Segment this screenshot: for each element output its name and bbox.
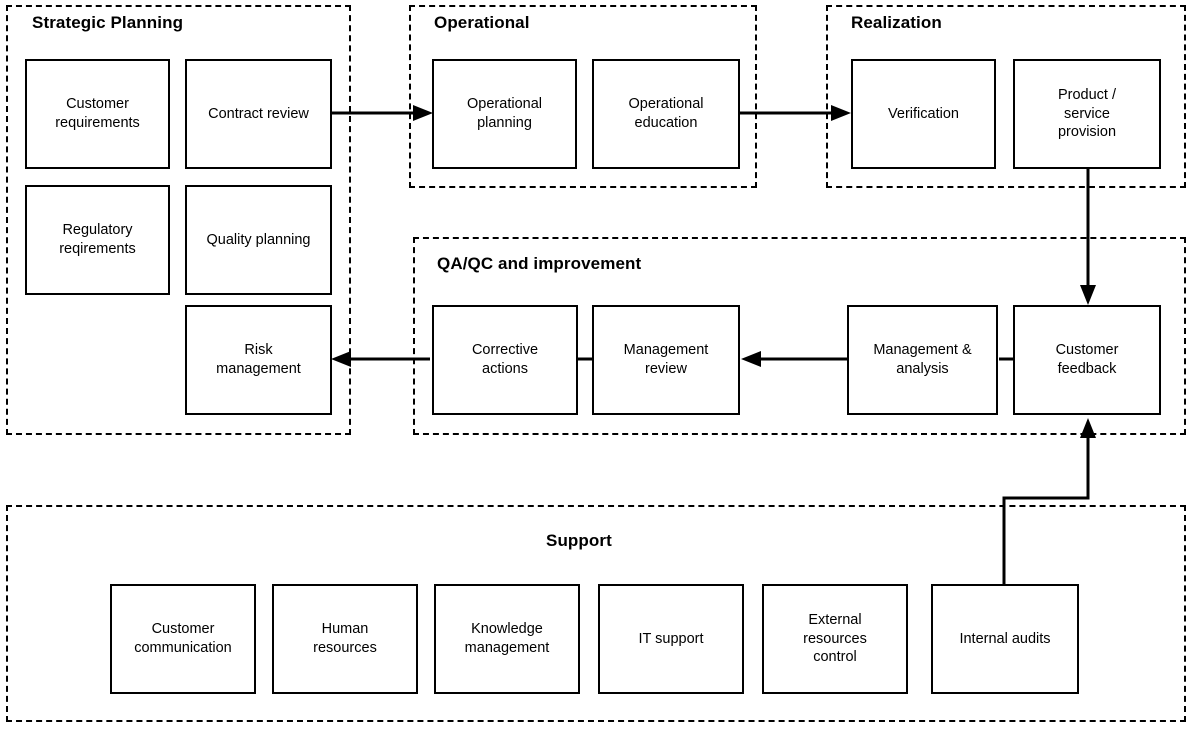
node-management-review[interactable]: Management review xyxy=(592,305,740,415)
node-operational-planning-line1: Operational xyxy=(467,96,542,113)
node-knowledge-management-line2: management xyxy=(464,640,550,656)
node-customer-communication-line1: Customer xyxy=(151,621,215,638)
node-human-resources-line1: Human xyxy=(321,621,369,638)
node-regulatory-reqirements-line2: reqirements xyxy=(59,241,136,257)
node-risk-management[interactable]: Risk management xyxy=(185,305,332,415)
node-external-resources-control[interactable]: External resources control xyxy=(762,584,908,694)
node-quality-planning-line1: Quality planning xyxy=(206,231,311,248)
node-customer-requirements[interactable]: Customer requirements xyxy=(25,59,170,169)
node-internal-audits-line1: Internal audits xyxy=(959,630,1051,647)
node-external-resources-control-line2: resources xyxy=(803,630,867,647)
node-management-analysis-line2: analysis xyxy=(896,361,949,377)
node-customer-requirements-line2: requirements xyxy=(55,115,140,131)
node-human-resources[interactable]: Human resources xyxy=(272,584,418,694)
node-operational-education-line1: Operational xyxy=(628,96,704,113)
group-title-realization: Realization xyxy=(851,13,942,32)
node-customer-feedback-line2: feedback xyxy=(1057,361,1117,377)
node-external-resources-control-line1: External xyxy=(808,612,862,629)
node-internal-audits[interactable]: Internal audits xyxy=(931,584,1079,694)
node-product-service-provision-line3: provision xyxy=(1057,124,1117,141)
node-customer-feedback-line1: Customer xyxy=(1055,342,1119,359)
node-it-support[interactable]: IT support xyxy=(598,584,744,694)
node-corrective-actions-line2: actions xyxy=(482,361,528,377)
node-customer-feedback[interactable]: Customer feedback xyxy=(1013,305,1161,415)
node-quality-planning[interactable]: Quality planning xyxy=(185,185,332,295)
node-knowledge-management[interactable]: Knowledge management xyxy=(434,584,580,694)
node-contract-review[interactable]: Contract review xyxy=(185,59,332,169)
group-title-qa-qc-improvement: QA/QC and improvement xyxy=(437,254,642,273)
group-title-support: Support xyxy=(546,531,612,550)
group-title-operational: Operational xyxy=(434,13,530,32)
node-operational-planning-line2: planning xyxy=(477,115,532,131)
node-regulatory-reqirements[interactable]: Regulatory reqirements xyxy=(25,185,170,295)
group-title-strategic-planning: Strategic Planning xyxy=(32,13,184,32)
node-it-support-line1: IT support xyxy=(638,630,704,647)
node-risk-management-line1: Risk xyxy=(244,342,273,359)
node-operational-education-line2: education xyxy=(634,115,698,131)
node-human-resources-line2: resources xyxy=(313,640,377,656)
node-product-service-provision-line2: service xyxy=(1064,105,1110,122)
node-product-service-provision-line1: Product / xyxy=(1057,87,1117,104)
node-management-review-line2: review xyxy=(645,361,687,377)
node-contract-review-line1: Contract review xyxy=(208,105,309,122)
process-map-canvas: Strategic Planning Customer requirements… xyxy=(0,0,1194,730)
node-operational-planning[interactable]: Operational planning xyxy=(432,59,577,169)
node-management-analysis-line1: Management & xyxy=(873,342,972,359)
node-management-analysis[interactable]: Management & analysis xyxy=(847,305,998,415)
node-verification[interactable]: Verification xyxy=(851,59,996,169)
node-corrective-actions[interactable]: Corrective actions xyxy=(432,305,578,415)
node-customer-requirements-line1: Customer xyxy=(66,96,129,113)
node-customer-communication[interactable]: Customer communication xyxy=(110,584,256,694)
node-regulatory-reqirements-line1: Regulatory xyxy=(62,222,133,239)
node-management-review-line1: Management xyxy=(623,342,709,359)
node-verification-line1: Verification xyxy=(888,105,959,122)
node-corrective-actions-line1: Corrective xyxy=(471,342,539,359)
node-knowledge-management-line1: Knowledge xyxy=(471,621,543,638)
node-operational-education[interactable]: Operational education xyxy=(592,59,740,169)
node-risk-management-line2: management xyxy=(216,361,301,377)
node-customer-communication-line2: communication xyxy=(134,640,232,656)
node-product-service-provision[interactable]: Product / service provision xyxy=(1013,59,1161,169)
node-external-resources-control-line3: control xyxy=(813,649,857,666)
